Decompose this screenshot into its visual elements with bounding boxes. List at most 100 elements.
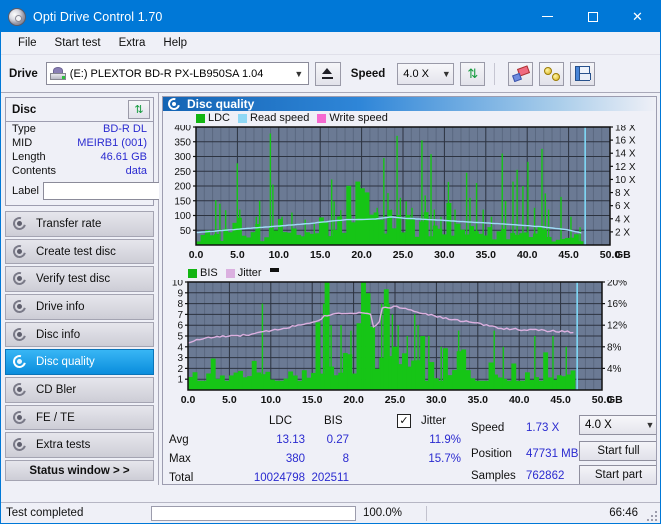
scroll-marker-icon (269, 268, 279, 272)
coins-icon (543, 66, 560, 81)
disc-quality-icon (165, 97, 183, 112)
sidebar-item-disc-info[interactable]: Disc info (5, 321, 154, 348)
jitter-label: Jitter (421, 415, 446, 427)
close-button[interactable]: ✕ (615, 1, 660, 32)
svg-text:16 X: 16 X (615, 136, 636, 147)
svg-text:300: 300 (174, 152, 191, 163)
drive-toolbar: Drive (E:) PLEXTOR BD-R PX-LB950SA 1.04 … (1, 55, 660, 93)
svg-text:6: 6 (177, 321, 183, 332)
ldc-legend: LDC Read speed Write speed (163, 111, 656, 125)
start-part-button[interactable]: Start part (579, 465, 656, 484)
svg-text:12%: 12% (607, 321, 627, 332)
sidebar-item-label: Disc info (36, 328, 81, 341)
svg-text:20.0: 20.0 (343, 394, 364, 406)
stat-avg-jitter: 11.9% (429, 434, 461, 446)
svg-text:5.0: 5.0 (230, 249, 245, 261)
eraser-icon (511, 64, 530, 82)
minimize-button[interactable] (525, 1, 570, 32)
legend-item-bis: BIS (188, 267, 218, 279)
svg-text:4%: 4% (607, 364, 622, 375)
svg-text:18 X: 18 X (615, 125, 636, 134)
main-body: Disc ⇅ Type BD-R DL MID MEIRB1 (001) Len… (1, 93, 660, 485)
eject-icon (322, 68, 334, 79)
progress-bar (151, 505, 356, 521)
refresh-icon: ⇅ (134, 104, 144, 116)
stat-max-bis: 8 (342, 453, 349, 465)
minimize-icon (542, 16, 553, 17)
svg-text:8: 8 (177, 299, 183, 310)
svg-text:400: 400 (174, 125, 191, 134)
sidebar-item-label: Create test disc (36, 245, 116, 258)
stat-row-label-max: Max (169, 453, 191, 465)
title-bar: Opti Drive Control 1.70 ✕ (1, 1, 660, 32)
maximize-button[interactable] (570, 1, 615, 32)
legend-swatch-read-speed (238, 113, 248, 123)
svg-text:5: 5 (177, 332, 183, 343)
disc-icon (10, 242, 29, 260)
disc-panel-header: Disc ⇅ (6, 98, 153, 122)
menu-extra[interactable]: Extra (110, 34, 155, 52)
svg-text:1: 1 (177, 375, 183, 386)
sidebar-item-extra-tests[interactable]: Extra tests (5, 432, 154, 459)
legend-item-write-speed: Write speed (317, 112, 388, 124)
status-window-button[interactable]: Status window > > (5, 460, 154, 481)
sidebar-item-verify-test-disc[interactable]: Verify test disc (5, 266, 154, 293)
sidebar-item-label: Verify test disc (36, 273, 111, 286)
svg-text:50: 50 (180, 226, 192, 237)
svg-text:20.0: 20.0 (351, 249, 372, 261)
legend-label-ldc: LDC (208, 112, 231, 124)
disc-icon (10, 269, 29, 288)
disc-row-value: 46.61 GB (100, 151, 147, 163)
disc-refresh-button[interactable]: ⇅ (128, 100, 150, 119)
sidebar-item-transfer-rate[interactable]: Transfer rate (5, 211, 154, 237)
svg-text:10.0: 10.0 (261, 394, 282, 406)
menu-start-test[interactable]: Start test (46, 34, 110, 52)
jitter-checkbox[interactable]: ✓ (397, 414, 411, 428)
svg-text:35.0: 35.0 (476, 249, 497, 261)
coins-button[interactable] (539, 61, 565, 86)
svg-text:8 X: 8 X (615, 188, 630, 199)
save-button[interactable] (570, 61, 596, 86)
stat-total-bis: 202511 (311, 472, 349, 484)
disc-icon (10, 325, 29, 343)
speed-select[interactable]: 4.0 X ▼ (397, 62, 455, 85)
main-content: Disc quality LDC Read speed Write speed … (159, 93, 660, 485)
disc-info-panel: Disc ⇅ Type BD-R DL MID MEIRB1 (001) Len… (5, 97, 212, 206)
speed-select-secondary[interactable]: 4.0 X ▼ (579, 415, 656, 435)
sidebar-item-disc-quality[interactable]: Disc quality (5, 349, 154, 376)
legend-label-bis: BIS (200, 267, 218, 279)
sidebar-item-drive-info[interactable]: Drive info (5, 294, 154, 320)
menu-help[interactable]: Help (154, 34, 196, 52)
progress-percent: 100.0% (363, 507, 403, 519)
sidebar-item-create-test-disc[interactable]: Create test disc (5, 238, 154, 265)
samples-stat-label: Samples (471, 470, 516, 482)
svg-text:15.0: 15.0 (302, 394, 323, 406)
disc-row-mid: MID MEIRB1 (001) (6, 136, 153, 150)
refresh-button[interactable]: ⇅ (460, 61, 486, 86)
sidebar-item-fe-te[interactable]: FE / TE (5, 404, 154, 431)
disc-icon (10, 408, 29, 426)
svg-text:7: 7 (177, 310, 183, 321)
window-title: Opti Drive Control 1.70 (33, 9, 163, 24)
svg-text:250: 250 (174, 167, 191, 178)
sidebar-item-label: Transfer rate (36, 217, 102, 230)
speed-stat-value: 1.73 X (526, 422, 560, 434)
svg-text:GB: GB (607, 394, 623, 406)
start-full-button[interactable]: Start full (579, 441, 656, 461)
legend-item-read-speed: Read speed (238, 112, 309, 124)
sidebar-item-cd-bler[interactable]: CD Bler (5, 377, 154, 403)
menu-file[interactable]: File (9, 34, 46, 52)
legend-swatch-bis (188, 268, 197, 278)
chevron-down-icon: ▼ (294, 68, 304, 79)
speed-stat-label: Speed (471, 422, 505, 434)
close-icon: ✕ (632, 8, 643, 24)
drive-select[interactable]: (E:) PLEXTOR BD-R PX-LB950SA 1.04 ▼ (45, 62, 309, 85)
sidebar-item-label: Extra tests (36, 439, 91, 452)
window-buttons: ✕ (525, 1, 660, 32)
resize-grip[interactable] (645, 509, 657, 521)
eject-button[interactable] (314, 61, 341, 86)
erase-button[interactable] (508, 61, 534, 86)
svg-text:8%: 8% (607, 342, 622, 353)
bis-plot: 12345678910 4% 8% 12% 16% 20% 0.0 5.0 10.0 15.0 20… (172, 278, 627, 407)
sidebar-item-label: Drive info (36, 300, 85, 313)
